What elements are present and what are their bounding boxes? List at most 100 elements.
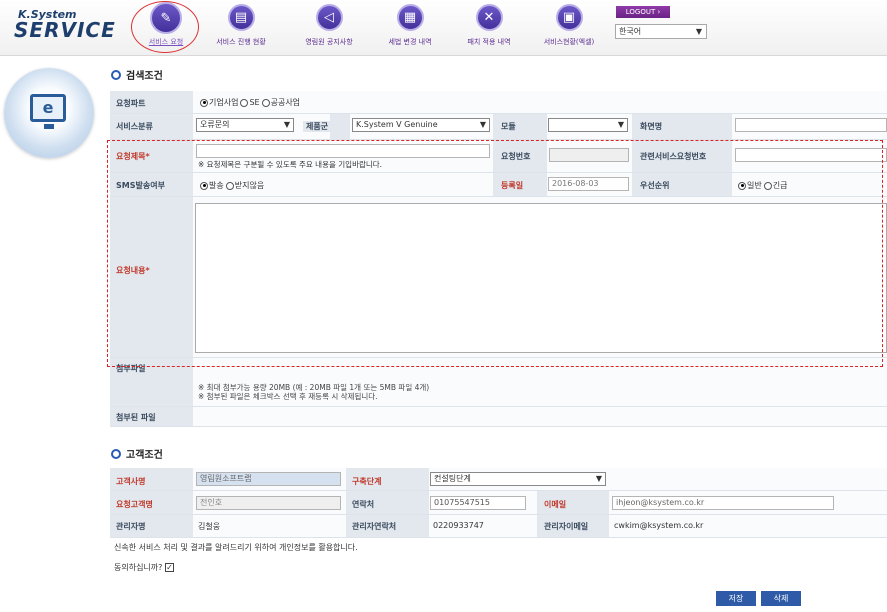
row-divider xyxy=(110,113,887,114)
radio-label: 받지않음 xyxy=(234,181,265,190)
chevron-down-icon: ▼ xyxy=(617,120,624,129)
row-divider xyxy=(110,406,887,407)
e-service-monitor-icon: e xyxy=(4,68,94,158)
radio-sms-none[interactable] xyxy=(225,181,234,190)
magnifier-icon xyxy=(111,448,121,459)
manager-value: 김철웅 xyxy=(198,522,221,531)
related-no-label: 관련서비스요청번호 xyxy=(640,152,707,161)
reg-date-value: 2016-08-03 xyxy=(552,179,599,188)
nav-service-excel[interactable]: ▣ 서비스현황(엑셀) xyxy=(530,4,608,52)
contact-label: 연락처 xyxy=(352,500,375,509)
radio-public[interactable] xyxy=(261,98,270,107)
radio-sms-send[interactable] xyxy=(200,181,208,190)
subject-label: 요청제목* xyxy=(116,152,150,161)
save-button[interactable]: 저장 xyxy=(716,591,756,606)
logout-button[interactable]: LOGOUT › xyxy=(616,6,670,18)
attach-note-2: ※ 첨부된 파일은 체크박스 선택 후 재등록 시 삭제됩니다. xyxy=(198,392,378,401)
section-title-text: 검색조건 xyxy=(126,71,163,82)
requester-label: 요청고객명 xyxy=(116,500,153,509)
radio-label: SE xyxy=(249,98,260,107)
email-input[interactable]: ihjeon@ksystem.co.kr xyxy=(612,496,834,510)
document-icon: ▤ xyxy=(227,4,255,31)
reg-date-input[interactable]: 2016-08-03 xyxy=(548,177,629,191)
top-header: K.System SERVICE ✎ 서비스 요청 ▤ 서비스 진행 현황 ◁ … xyxy=(0,0,887,56)
nav-notice[interactable]: ◁ 영림원 공지사항 xyxy=(290,4,368,52)
tools-icon: ✕ xyxy=(475,4,503,31)
attach-notes: ※ 최대 첨부가능 용량 20MB (예 : 20MB 파일 1개 또는 5MB… xyxy=(198,383,429,401)
radio-enterprise[interactable] xyxy=(200,98,208,107)
nav-label: 서비스현황(엑셀) xyxy=(543,38,595,46)
requester-input: 전인호 xyxy=(196,496,341,510)
row-divider xyxy=(110,426,887,427)
radio-priority-normal[interactable] xyxy=(738,181,746,190)
service-type-select[interactable]: 오류문의 ▼ xyxy=(196,118,294,132)
content-textarea[interactable] xyxy=(195,203,887,353)
highlight-circle xyxy=(131,1,199,53)
radio-se[interactable] xyxy=(240,98,249,107)
module-select[interactable]: ▼ xyxy=(548,118,628,132)
company-value: 영림원소프트랩 xyxy=(200,474,252,483)
sms-radio-group: 발송 받지않음 xyxy=(200,180,266,191)
monitor-icon: e xyxy=(30,94,66,122)
priority-radio-group: 일반 긴급 xyxy=(738,180,789,191)
part-label: 요청파트 xyxy=(116,99,146,108)
consent-text: 신속한 서비스 처리 및 결과를 알려드리기 위하여 개인정보를 활용합니다. xyxy=(114,543,358,552)
radio-label: 긴급 xyxy=(772,181,788,190)
nav-patch-history[interactable]: ✕ 패치 적용 내역 xyxy=(450,4,528,52)
chevron-down-icon: ▼ xyxy=(695,27,702,36)
chevron-down-icon: ▼ xyxy=(595,474,602,483)
attached-label: 첨부된 파일 xyxy=(116,413,156,422)
contact-input[interactable]: 01075547515 xyxy=(430,496,526,510)
logo[interactable]: K.System SERVICE xyxy=(14,9,116,40)
search-section-title: 검색조건 xyxy=(111,67,163,82)
manager-email-value: cwkim@ksystem.co.kr xyxy=(614,521,704,530)
product-value: K.System V Genuine xyxy=(356,120,438,129)
sms-label: SMS발송여부 xyxy=(116,181,165,190)
row-divider xyxy=(110,196,887,197)
radio-label: 기업사업 xyxy=(209,98,239,107)
subject-hint: ※ 요청제목은 구분될 수 있도록 주요 내용을 기입바랍니다. xyxy=(198,160,383,169)
nav-label: 영림원 공지사항 xyxy=(305,38,353,46)
service-type-value: 오류문의 xyxy=(200,120,230,129)
nav-label: 서비스 진행 현황 xyxy=(216,38,266,46)
radio-priority-urgent[interactable] xyxy=(763,181,772,190)
related-no-input[interactable] xyxy=(735,148,887,162)
module-label: 모듈 xyxy=(501,122,516,131)
screen-name-input[interactable] xyxy=(735,118,887,132)
consent-question: 동의하십니까? xyxy=(114,563,163,572)
contact-value: 01075547515 xyxy=(434,498,490,507)
nav-label: 패치 적용 내역 xyxy=(467,38,511,46)
subject-input[interactable] xyxy=(196,144,490,158)
consent-row: 동의하십니까? ✓ xyxy=(114,562,174,573)
nav-tax-changes[interactable]: ▦ 세법 변경 내역 xyxy=(371,4,449,52)
product-label: 제품군 xyxy=(303,121,332,132)
spreadsheet-icon: ▣ xyxy=(555,4,583,31)
section-title-text: 고객조건 xyxy=(126,450,163,461)
magnifier-icon xyxy=(111,69,121,80)
speaker-icon: ◁ xyxy=(315,4,343,31)
nav-label: 세법 변경 내역 xyxy=(388,38,432,46)
radio-label: 발송 xyxy=(209,181,224,190)
row-divider xyxy=(110,357,887,358)
attach-label: 첨부파일 xyxy=(116,364,146,373)
row-divider xyxy=(110,490,887,491)
company-input: 영림원소프트랩 xyxy=(196,472,341,486)
email-label: 이메일 xyxy=(544,500,567,509)
nav-service-progress[interactable]: ▤ 서비스 진행 현황 xyxy=(202,4,280,52)
stage-select[interactable]: 컨설팅단계 ▼ xyxy=(430,472,606,486)
stage-value: 컨설팅단계 xyxy=(434,474,471,483)
consent-checkbox[interactable]: ✓ xyxy=(164,563,174,572)
manager-email-label: 관리자이메일 xyxy=(544,522,589,531)
company-label: 고객사명 xyxy=(116,477,146,486)
label-column xyxy=(110,91,193,426)
customer-section-title: 고객조건 xyxy=(111,446,163,461)
manager-phone-value: 0220933747 xyxy=(433,521,484,530)
radio-label: 공공사업 xyxy=(270,98,301,107)
product-select[interactable]: K.System V Genuine ▼ xyxy=(352,118,490,132)
content-label: 요청내용* xyxy=(116,266,150,275)
manager-label: 관리자명 xyxy=(116,522,146,531)
delete-button[interactable]: 삭제 xyxy=(761,591,801,606)
logo-line2: SERVICE xyxy=(14,18,116,42)
email-value: ihjeon@ksystem.co.kr xyxy=(616,498,705,507)
language-select[interactable]: 한국어 ▼ xyxy=(615,24,707,39)
